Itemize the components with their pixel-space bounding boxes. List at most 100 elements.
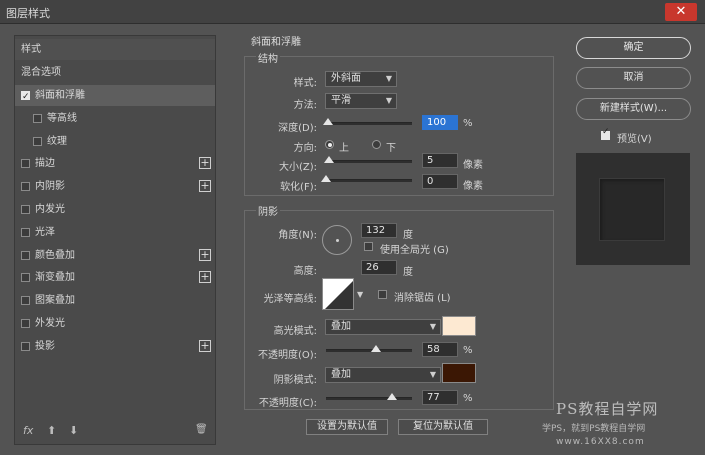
checkbox-icon[interactable]	[21, 227, 30, 237]
checkbox-checked-icon[interactable]	[21, 87, 30, 108]
chevron-down-icon: ▼	[429, 322, 436, 331]
effect-item[interactable]: 颜色叠加 +	[15, 245, 215, 266]
checkbox-icon[interactable]	[21, 319, 30, 328]
close-button[interactable]: ✕	[665, 3, 697, 21]
chevron-down-icon[interactable]: ▼	[357, 290, 363, 299]
add-effect-plus-icon[interactable]: +	[199, 180, 211, 193]
effect-item[interactable]: 渐变叠加 +	[15, 267, 215, 288]
angle-input[interactable]: 132	[361, 223, 397, 238]
set-default-button[interactable]: 设置为默认值	[306, 419, 388, 435]
method-select-value: 平滑	[331, 95, 351, 106]
move-up-icon[interactable]: ⬆	[47, 424, 56, 437]
effect-item[interactable]: 投影 +	[15, 336, 215, 357]
left-footer: fx ⬆ ⬇ 🗑	[15, 418, 215, 444]
chevron-down-icon: ▼	[385, 96, 392, 105]
soften-input[interactable]: 0	[422, 174, 458, 189]
preview-thumbnail	[576, 153, 690, 265]
size-slider-thumb[interactable]	[324, 156, 335, 163]
effect-item[interactable]: 内阴影 +	[15, 176, 215, 197]
ok-button[interactable]: 确定	[576, 37, 691, 59]
effect-item[interactable]: 内发光	[15, 199, 215, 220]
watermark-slogan: 学PS，就到PS教程自学网	[542, 424, 646, 434]
highlight-opacity-thumb[interactable]	[370, 345, 381, 352]
cancel-button[interactable]: 取消	[576, 67, 691, 89]
checkbox-icon[interactable]	[21, 296, 30, 306]
highlight-color-swatch[interactable]	[442, 316, 476, 336]
highlight-mode-select[interactable]: 叠加 ▼	[325, 319, 441, 335]
effect-item-label: 外发光	[35, 318, 65, 329]
effect-item[interactable]: 纹理	[15, 131, 215, 152]
shadow-opacity-track[interactable]	[326, 397, 412, 400]
effect-item[interactable]: 斜面和浮雕	[15, 85, 215, 108]
effect-item-label: 颜色叠加	[35, 249, 75, 261]
checkbox-icon[interactable]	[21, 182, 30, 192]
altitude-unit: 度	[403, 267, 413, 278]
checkbox-icon[interactable]	[21, 341, 30, 351]
blend-options-item[interactable]: 混合选项	[15, 62, 215, 83]
depth-label: 深度(D):	[278, 123, 317, 134]
altitude-input[interactable]: 26	[361, 260, 397, 275]
antialias-label: 消除锯齿 (L)	[394, 293, 451, 304]
highlight-opacity-unit: %	[463, 345, 473, 356]
add-effect-plus-icon[interactable]: +	[199, 248, 211, 261]
effect-item-label: 渐变叠加	[35, 272, 75, 284]
highlight-opacity-track[interactable]	[326, 349, 412, 352]
angle-label: 角度(N):	[278, 230, 317, 241]
checkbox-icon[interactable]	[21, 250, 30, 260]
move-down-icon[interactable]: ⬇	[69, 424, 78, 437]
new-style-button[interactable]: 新建样式(W)...	[576, 98, 691, 120]
shadow-mode-select[interactable]: 叠加 ▼	[325, 367, 441, 383]
add-effect-plus-icon[interactable]: +	[199, 271, 211, 284]
effect-item-label: 等高线	[47, 112, 77, 124]
angle-unit: 度	[403, 230, 413, 241]
checkbox-icon[interactable]	[21, 273, 30, 283]
shadow-opacity-unit: %	[463, 393, 473, 404]
effect-item-label: 斜面和浮雕	[35, 90, 85, 101]
shadow-mode-value: 叠加	[331, 369, 351, 380]
depth-slider-thumb[interactable]	[322, 118, 333, 125]
shadow-opacity-thumb[interactable]	[387, 393, 398, 400]
shadow-opacity-label: 不透明度(C):	[258, 398, 317, 409]
method-select[interactable]: 平滑 ▼	[325, 93, 397, 109]
depth-input[interactable]: 100	[422, 115, 458, 130]
checkbox-icon[interactable]	[33, 136, 42, 146]
highlight-mode-value: 叠加	[331, 321, 351, 332]
direction-up-label: 上	[339, 143, 349, 154]
chevron-down-icon: ▼	[429, 370, 436, 379]
highlight-opacity-input[interactable]: 58	[422, 342, 458, 357]
style-select[interactable]: 外斜面 ▼	[325, 71, 397, 87]
add-effect-plus-icon[interactable]: +	[199, 157, 211, 170]
effect-item[interactable]: 光泽	[15, 222, 215, 243]
effect-item-label: 内发光	[35, 204, 65, 215]
style-select-value: 外斜面	[331, 73, 361, 84]
effect-item[interactable]: 描边 +	[15, 153, 215, 174]
window-title: 图层样式	[6, 7, 50, 20]
size-unit: 像素	[463, 160, 483, 171]
angle-dial[interactable]	[322, 225, 352, 255]
depth-slider-track[interactable]	[326, 122, 412, 125]
size-slider-track[interactable]	[326, 160, 412, 163]
soften-slider-track[interactable]	[326, 179, 412, 182]
blend-options-label: 混合选项	[21, 67, 61, 78]
effect-item-label: 图案叠加	[35, 295, 75, 307]
reset-default-button[interactable]: 复位为默认值	[398, 419, 488, 435]
style-list-panel: 样式 混合选项 斜面和浮雕等高线纹理描边 + 内阴影 + 内发光光泽颜色叠加 + 渐变叠加 +…	[14, 35, 216, 445]
effect-item[interactable]: 外发光	[15, 313, 215, 334]
checkbox-icon	[378, 290, 387, 299]
shadow-opacity-input[interactable]: 77	[422, 390, 458, 405]
fx-icon[interactable]: fx	[23, 424, 33, 437]
trash-icon[interactable]: 🗑	[195, 424, 208, 435]
shadow-color-swatch[interactable]	[442, 363, 476, 383]
effect-item-label: 纹理	[47, 135, 67, 147]
checkbox-icon[interactable]	[21, 205, 30, 214]
checkbox-icon[interactable]	[21, 159, 30, 169]
checkbox-icon[interactable]	[33, 113, 42, 123]
effect-item[interactable]: 图案叠加	[15, 290, 215, 311]
soften-slider-thumb[interactable]	[321, 175, 331, 182]
effect-item-label: 内阴影	[35, 181, 65, 193]
add-effect-plus-icon[interactable]: +	[199, 339, 211, 352]
size-input[interactable]: 5	[422, 153, 458, 168]
styles-header[interactable]: 样式	[15, 39, 215, 60]
effect-item[interactable]: 等高线	[15, 108, 215, 129]
gloss-contour-picker[interactable]	[322, 278, 354, 310]
